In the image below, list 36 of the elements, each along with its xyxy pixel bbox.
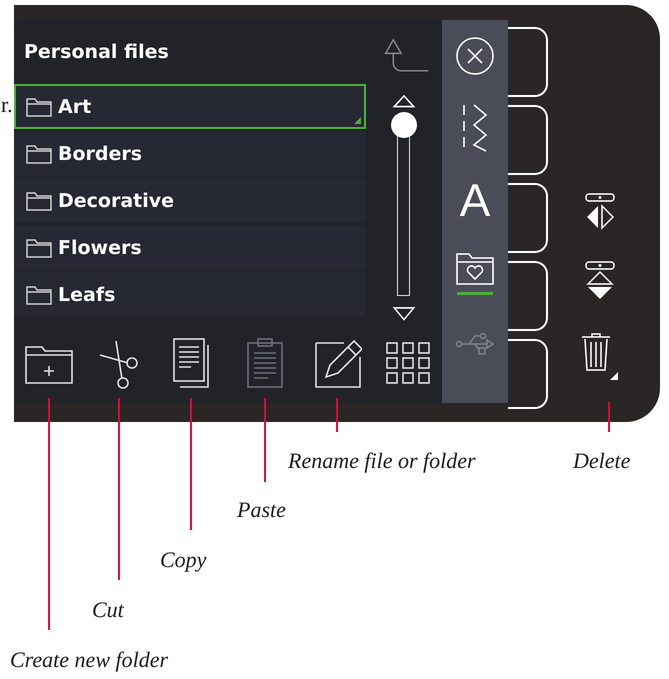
leader-line <box>608 402 610 432</box>
folder-icon <box>26 284 52 304</box>
folder-row[interactable]: Art <box>14 84 366 129</box>
folder-icon <box>26 190 52 210</box>
close-icon <box>455 36 495 76</box>
mirror-horizontal-icon[interactable] <box>584 192 616 230</box>
list-title: Personal files <box>23 40 170 65</box>
callout-label: Paste <box>237 497 286 523</box>
hardware-button[interactable] <box>508 27 548 97</box>
hardware-button[interactable] <box>508 105 548 175</box>
selected-underline <box>457 292 493 294</box>
mirror-vertical-icon[interactable] <box>584 260 616 300</box>
folder-row[interactable]: Borders <box>14 131 366 176</box>
folder-icon <box>26 144 52 164</box>
folder-icon <box>26 96 52 116</box>
callout-label: Create new folder <box>10 647 168 673</box>
stitch-icon <box>460 103 490 153</box>
scroll-thumb[interactable] <box>391 112 417 138</box>
leader-line <box>336 398 338 432</box>
callout-label: Rename file or folder <box>288 448 476 474</box>
folder-icon <box>26 238 52 258</box>
hardware-button[interactable] <box>508 261 548 331</box>
folder-row[interactable]: Decorative <box>14 178 366 223</box>
folder-row[interactable]: Flowers <box>14 225 366 270</box>
folder-row[interactable]: Leafs <box>14 272 366 317</box>
hardware-button[interactable] <box>508 183 548 253</box>
callout-label: Copy <box>160 547 206 573</box>
scroll-up-icon[interactable] <box>392 92 416 108</box>
usb-icon <box>455 330 495 358</box>
scroll-down-icon[interactable] <box>392 306 416 322</box>
callout-label: Delete <box>573 448 630 474</box>
hardware-button[interactable] <box>508 339 548 409</box>
side-tab[interactable]: A <box>445 164 505 236</box>
cut-off-text: r. <box>1 92 13 118</box>
callout-label: Cut <box>92 597 124 623</box>
letter-icon: A <box>460 177 490 223</box>
